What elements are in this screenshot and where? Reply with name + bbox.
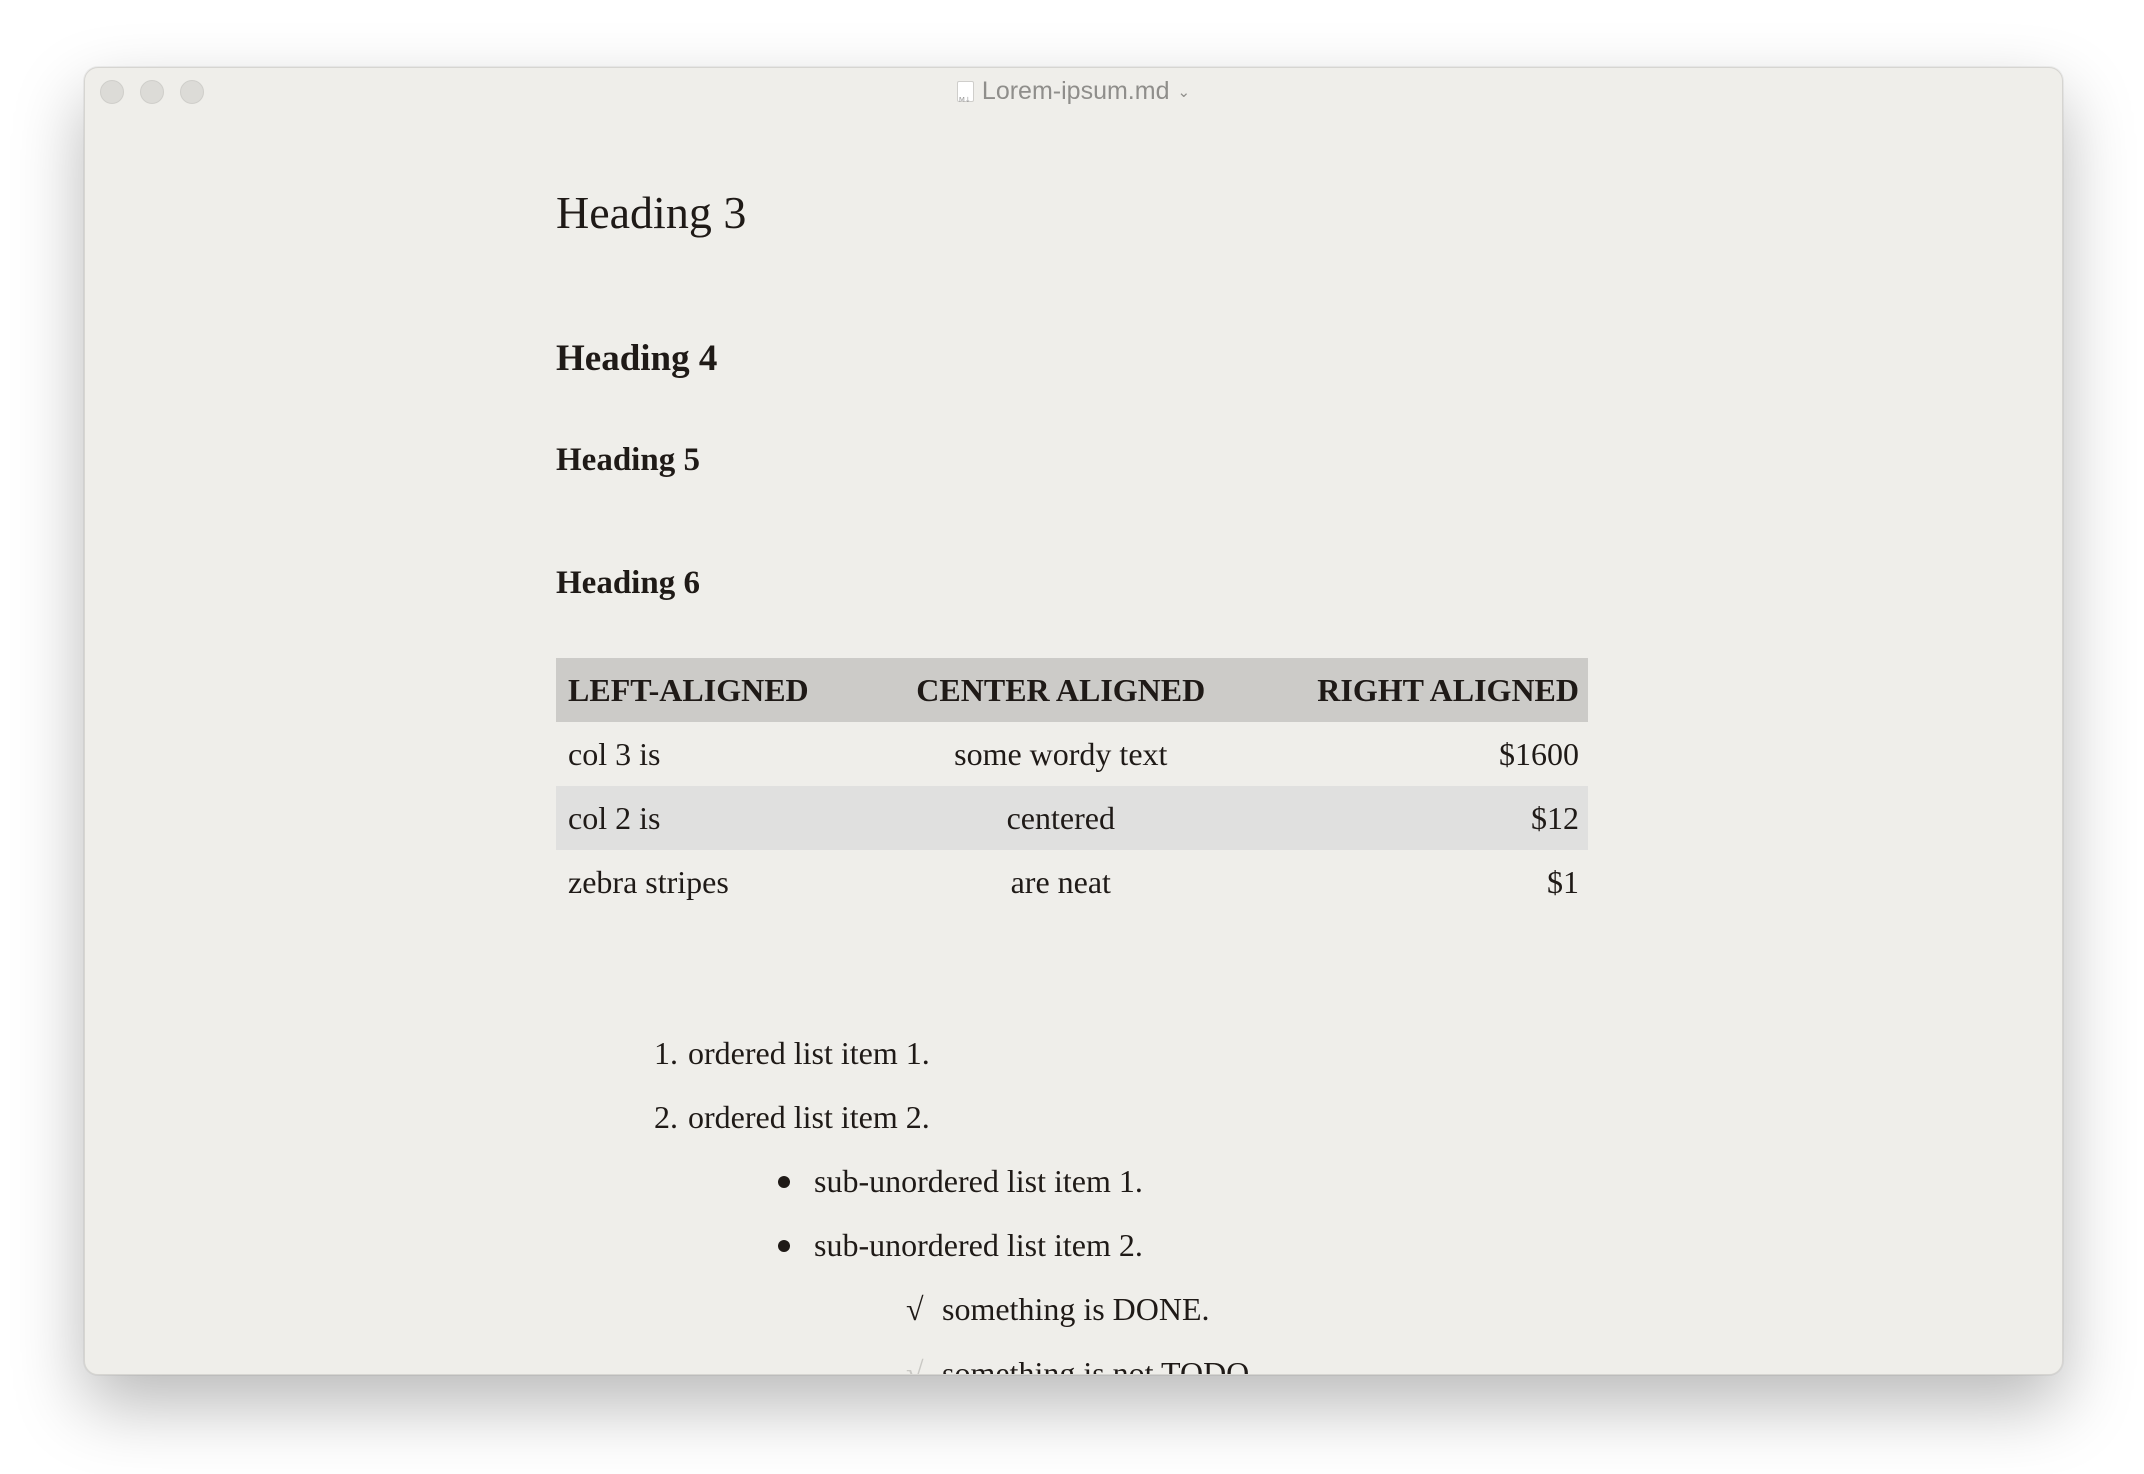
heading-5: Heading 5 — [556, 442, 700, 478]
table-cell: $1600 — [1499, 735, 1579, 772]
markdown-table: LEFT-ALIGNED CENTER ALIGNED RIGHT ALIGNE… — [556, 658, 1588, 914]
table-cell: zebra stripes — [568, 863, 729, 900]
table-cell: col 3 is — [568, 735, 661, 772]
checkmark-done-icon[interactable]: √ — [906, 1289, 924, 1329]
table-header-left: LEFT-ALIGNED — [568, 671, 809, 708]
table-cell: some wordy text — [954, 735, 1168, 772]
checkmark-todo-icon[interactable]: √ — [906, 1353, 924, 1374]
heading-3: Heading 3 — [556, 187, 747, 238]
list-number: 2. — [654, 1099, 678, 1135]
bullet-icon — [778, 1240, 790, 1252]
list-item-text: sub-unordered list item 2. — [814, 1227, 1143, 1263]
list-number: 1. — [654, 1035, 678, 1071]
window-title: Lorem-ipsum.md — [981, 77, 1170, 105]
table-cell: col 2 is — [568, 799, 661, 836]
table-cell: are neat — [1010, 863, 1111, 900]
list-item-text: ordered list item 2. — [688, 1099, 930, 1135]
window-title-group[interactable]: Lorem-ipsum.md⌄ — [85, 76, 2062, 115]
table-row: col 2 is centered $12 — [556, 786, 1588, 850]
table-header-right: RIGHT ALIGNED — [1317, 671, 1579, 708]
table-header-row: LEFT-ALIGNED CENTER ALIGNED RIGHT ALIGNE… — [556, 658, 1588, 722]
list-item-text: something is not TODO. — [942, 1355, 1258, 1375]
table-row: zebra stripes are neat $1 — [556, 850, 1588, 914]
list-item-text: something is DONE. — [942, 1291, 1210, 1327]
table-cell: $1 — [1547, 863, 1579, 900]
chevron-down-icon[interactable]: ⌄ — [1177, 78, 1190, 108]
list-item-text: ordered list item 1. — [688, 1035, 930, 1071]
table-cell: $12 — [1531, 799, 1579, 836]
editor-window: Lorem-ipsum.md⌄ Heading 3 Heading 4 Head… — [84, 67, 2063, 1375]
heading-4: Heading 4 — [556, 338, 718, 379]
heading-6: Heading 6 — [556, 565, 700, 601]
bullet-icon — [778, 1176, 790, 1188]
list-item-text: sub-unordered list item 1. — [814, 1163, 1143, 1199]
table-cell: centered — [1006, 799, 1115, 836]
table-row: col 3 is some wordy text $1600 — [556, 722, 1588, 786]
table-header-center: CENTER ALIGNED — [916, 671, 1206, 708]
markdown-file-icon — [956, 81, 974, 115]
title-bar: Lorem-ipsum.md⌄ — [85, 68, 2062, 115]
